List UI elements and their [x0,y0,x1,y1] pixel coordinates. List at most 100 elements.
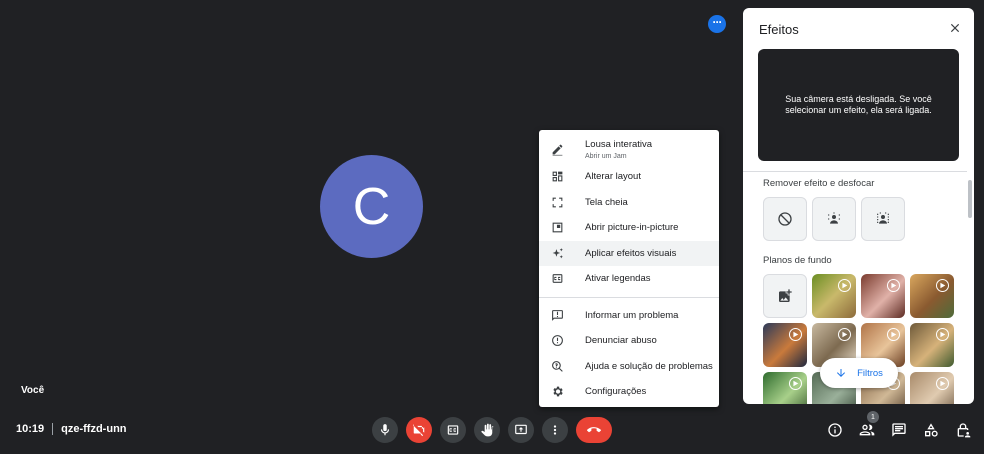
block-icon [778,212,792,226]
hand-icon [481,423,494,437]
divider [52,423,54,435]
menu-item-label: Aplicar efeitos visuais [585,247,677,259]
animated-play-icon [936,279,949,292]
add-image-icon [779,289,792,302]
menu-item-label: Lousa interativa [585,138,653,150]
leave-call-button[interactable] [576,417,612,443]
fullscreen-icon [549,194,565,210]
camera-preview: Sua câmera está desligada. Se você selec… [758,49,959,161]
microphone-button[interactable] [372,417,398,443]
menu-item-picture-in-picture[interactable]: Abrir picture-in-picture [539,215,719,241]
background-option[interactable] [812,274,856,318]
gear-icon [549,384,565,400]
menu-item-label: Denunciar abuso [585,335,657,347]
more-vert-icon [553,425,557,435]
self-tile-name: Você [21,385,45,396]
background-option[interactable] [861,274,905,318]
menu-item-label: Informar um problema [585,309,679,321]
animated-play-icon [887,279,900,292]
more-options-dots-button[interactable]: ··· [708,15,726,33]
menu-item-label: Ativar legendas [585,273,651,285]
avatar-letter: C [352,177,391,236]
meet-stage: ··· C Você 10:19 qze-ffzd-unn 1 Lousa in… [0,0,984,454]
menu-item-change-layout[interactable]: Alterar layout [539,164,719,190]
menu-item-report-abuse[interactable]: Denunciar abuso [539,328,719,354]
present-icon [515,424,527,435]
no-effect-button[interactable] [763,197,807,241]
captions-button[interactable] [440,417,466,443]
meeting-info: 10:19 qze-ffzd-unn [16,423,127,435]
menu-item-label: Configurações [585,386,647,398]
background-option[interactable] [763,372,807,404]
chat-button[interactable] [889,420,909,440]
blur-options [763,197,905,241]
info-icon [828,423,842,437]
more-dots-icon: ··· [712,15,723,29]
people-icon [859,424,875,436]
present-screen-button[interactable] [508,417,534,443]
meeting-code: qze-ffzd-unn [61,423,127,435]
menu-item-label: Abrir picture-in-picture [585,222,679,234]
close-panel-button[interactable] [948,21,962,35]
raise-hand-button[interactable] [474,417,500,443]
background-option[interactable] [763,323,807,367]
sparkle-icon [549,245,565,261]
menu-item-report-problem[interactable]: Informar um problema [539,303,719,329]
background-option[interactable] [910,274,954,318]
activities-button[interactable] [921,420,941,440]
animated-play-icon [936,377,949,390]
chat-icon [892,423,906,437]
meeting-time: 10:19 [16,423,45,435]
background-option[interactable] [910,372,954,404]
more-options-button[interactable] [542,417,568,443]
menu-item-help[interactable]: Ajuda e solução de problemas [539,354,719,380]
menu-item-label: Ajuda e solução de problemas [585,360,713,372]
pencil-icon [549,141,565,157]
upload-background-button[interactable] [763,274,807,318]
section-remove-blur-heading: Remover efeito e desfocar [763,178,875,189]
animated-play-icon [789,377,802,390]
participant-count-badge: 1 [867,411,879,423]
camera-off-message: Sua câmera está desligada. Se você selec… [785,94,932,115]
layout-icon [549,169,565,185]
menu-item-fullscreen[interactable]: Tela cheia [539,190,719,216]
menu-item-settings[interactable]: Configurações [539,379,719,405]
avatar: C [320,155,423,258]
effects-panel: Efeitos Sua câmera está desligada. Se vo… [743,8,974,404]
slight-blur-button[interactable] [812,197,856,241]
help-search-icon [549,358,565,374]
animated-play-icon [887,328,900,341]
panel-scrollbar[interactable] [968,180,972,218]
menu-item-label: Alterar layout [585,171,641,183]
feedback-icon [549,307,565,323]
people-button[interactable]: 1 [857,411,879,440]
lock-person-icon [957,423,971,438]
menu-item-visual-effects[interactable]: Aplicar efeitos visuais [539,240,719,266]
menu-item-whiteboard[interactable]: Lousa interativa Abrir um Jam [539,134,719,164]
panel-divider [743,171,967,172]
menu-item-captions[interactable]: Ativar legendas [539,266,719,292]
animated-play-icon [838,279,851,292]
background-option[interactable] [910,323,954,367]
camera-off-icon [412,424,425,437]
host-controls-button[interactable] [953,420,973,440]
more-options-menu: Lousa interativa Abrir um Jam Alterar la… [539,130,719,407]
filters-label: Filtros [857,367,883,379]
side-panel-toggles: 1 [825,411,973,440]
menu-item-label: Tela cheia [585,196,628,208]
section-backgrounds-heading: Planos de fundo [763,255,832,266]
blur-background-button[interactable] [861,197,905,241]
animated-play-icon [838,328,851,341]
animated-play-icon [789,328,802,341]
filters-button[interactable]: Filtros [820,358,898,388]
menu-item-sublabel: Abrir um Jam [585,152,627,160]
meeting-details-button[interactable] [825,420,845,440]
arrow-down-icon [837,369,846,377]
microphone-icon [380,424,390,436]
animated-play-icon [936,328,949,341]
captions-icon [447,425,459,435]
captions-icon [549,271,565,287]
blur-person-icon [828,212,840,224]
shapes-icon [925,423,938,437]
camera-off-button[interactable] [406,417,432,443]
